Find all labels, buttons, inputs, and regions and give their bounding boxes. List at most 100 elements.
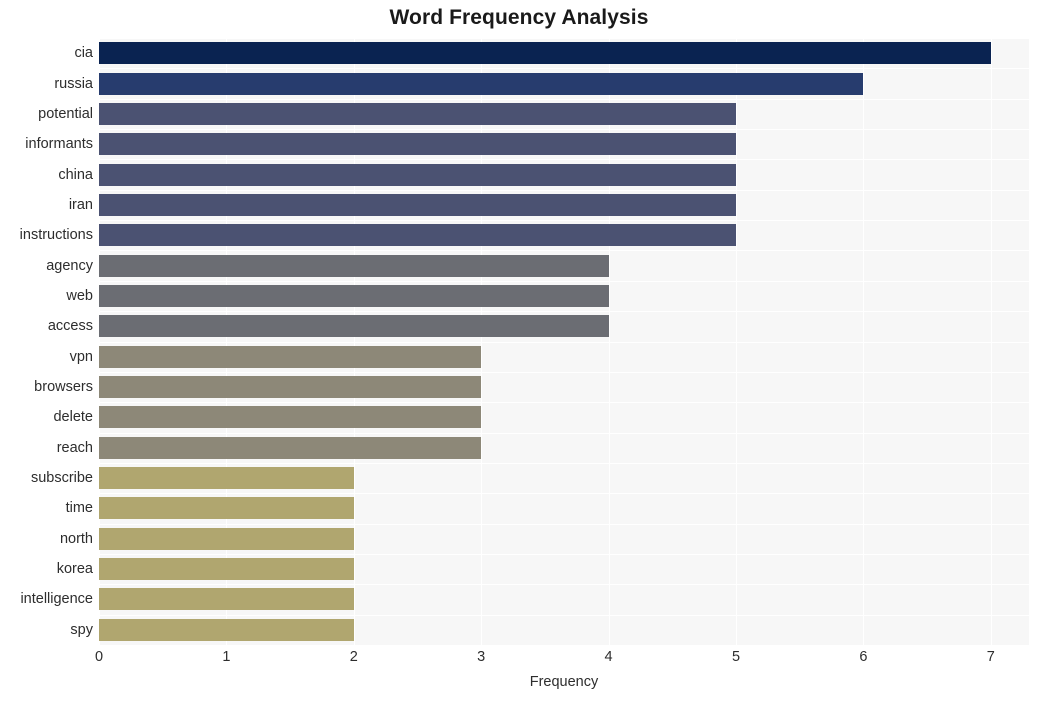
y-tick-label-agency: agency (46, 257, 93, 274)
y-tick-label-russia: russia (54, 75, 93, 92)
gridline-horizontal (99, 402, 1029, 403)
bar-web (99, 284, 609, 307)
bar-subscribe (99, 467, 354, 490)
bar-browsers (99, 376, 482, 399)
y-tick-label-subscribe: subscribe (30, 470, 93, 487)
gridline-horizontal (99, 220, 1029, 221)
x-axis-title: Frequency (529, 674, 599, 690)
y-tick-label-north: north (59, 530, 93, 547)
gridline-vertical (481, 38, 483, 645)
bar-north (99, 527, 354, 550)
bar-china (99, 163, 736, 186)
x-tick-label-1: 1 (222, 649, 231, 665)
gridline-vertical (863, 38, 865, 645)
x-tick-label-5: 5 (731, 649, 741, 665)
y-tick-label-cia: cia (74, 45, 93, 62)
bar-potential (99, 102, 736, 125)
x-tick-label-7: 7 (986, 649, 995, 665)
bar-delete (99, 406, 482, 429)
gridline-vertical (226, 38, 228, 645)
plot-area (99, 38, 1029, 645)
bar-row (99, 224, 1029, 247)
gridline-horizontal (99, 38, 1029, 39)
bar-row (99, 72, 1029, 95)
x-tick-label-0: 0 (94, 649, 104, 665)
bar-row (99, 558, 1029, 581)
x-tick-label-6: 6 (859, 649, 868, 665)
gridline-vertical (353, 38, 355, 645)
gridline-horizontal (99, 250, 1029, 251)
y-tick-label-reach: reach (56, 439, 93, 456)
bar-access (99, 315, 609, 338)
bar-row (99, 406, 1029, 429)
y-tick-label-china: china (58, 166, 93, 183)
gridline-horizontal (99, 493, 1029, 494)
gridline-horizontal (99, 311, 1029, 312)
gridline-horizontal (99, 281, 1029, 282)
gridline-horizontal (99, 554, 1029, 555)
bar-intelligence (99, 588, 354, 611)
gridline-vertical (608, 38, 610, 645)
y-axis: cia russia potential informants china iran ins… (0, 38, 93, 645)
bar-spy (99, 618, 354, 641)
bar-row (99, 376, 1029, 399)
y-tick-label-informants: informants (25, 136, 93, 153)
y-tick-label-browsers: browsers (34, 379, 93, 396)
y-tick-label-instructions: instructions (19, 227, 93, 244)
bar-vpn (99, 345, 482, 368)
gridline-horizontal (99, 524, 1029, 525)
gridline-horizontal (99, 68, 1029, 69)
bar-iran (99, 193, 736, 216)
bar-row (99, 618, 1029, 641)
gridline-horizontal (99, 615, 1029, 616)
gridline-horizontal (99, 372, 1029, 373)
bar-russia (99, 72, 864, 95)
bar-informants (99, 133, 736, 156)
gridline-horizontal (99, 463, 1029, 464)
gridline-horizontal (99, 433, 1029, 434)
bar-row (99, 284, 1029, 307)
y-tick-label-korea: korea (56, 561, 93, 578)
bar-row (99, 345, 1029, 368)
y-tick-label-access: access (47, 318, 93, 335)
bar-row (99, 42, 1029, 65)
y-tick-label-intelligence: intelligence (20, 591, 93, 608)
gridline-vertical (990, 38, 992, 645)
x-tick-label-3: 3 (477, 649, 486, 665)
bar-instructions (99, 224, 736, 247)
x-tick-label-4: 4 (604, 649, 613, 665)
y-tick-label-spy: spy (70, 621, 93, 638)
bar-reach (99, 436, 482, 459)
x-axis: 0 1 2 3 4 5 6 7 (95, 645, 1029, 669)
gridline-horizontal (99, 584, 1029, 585)
bar-row (99, 527, 1029, 550)
gridline-horizontal (99, 342, 1029, 343)
chart-title: Word Frequency Analysis (389, 6, 649, 29)
bar-row (99, 588, 1029, 611)
bar-row (99, 133, 1029, 156)
bar-row (99, 436, 1029, 459)
y-tick-label-iran: iran (68, 196, 93, 213)
gridline-vertical (99, 38, 100, 645)
y-tick-label-delete: delete (53, 409, 93, 426)
x-tick-label-2: 2 (349, 649, 358, 665)
y-tick-label-web: web (66, 287, 93, 304)
bar-row (99, 315, 1029, 338)
bar-time (99, 497, 354, 520)
bar-row (99, 102, 1029, 125)
gridline-vertical (735, 38, 737, 645)
y-tick-label-potential: potential (38, 105, 93, 122)
bar-agency (99, 254, 609, 277)
y-tick-label-time: time (65, 500, 93, 517)
gridline-horizontal (99, 190, 1029, 191)
gridline-horizontal (99, 99, 1029, 100)
bar-row (99, 193, 1029, 216)
bar-korea (99, 558, 354, 581)
bar-row (99, 163, 1029, 186)
y-tick-label-vpn: vpn (69, 348, 93, 365)
bar-cia (99, 42, 991, 65)
gridline-horizontal (99, 159, 1029, 160)
chart-figure: Word Frequency Analysis cia russia potenti… (0, 0, 1038, 701)
gridline-horizontal (99, 129, 1029, 130)
bar-row (99, 497, 1029, 520)
